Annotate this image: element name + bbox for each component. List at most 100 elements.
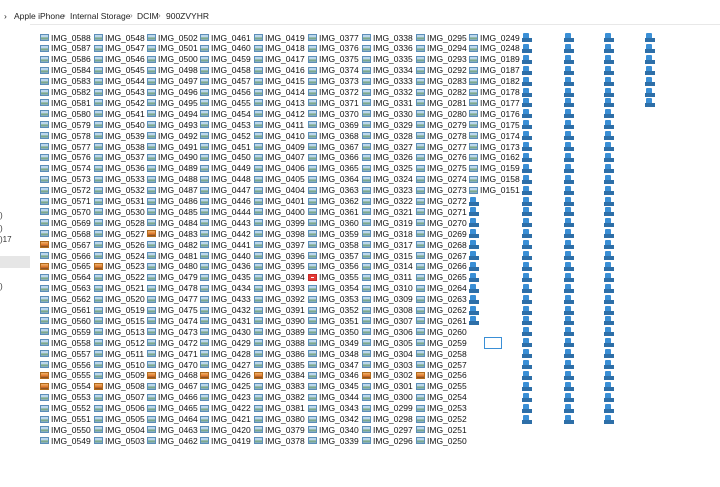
file-item[interactable]: IMG_0503 xyxy=(94,434,148,447)
file-placeholder-icon[interactable] xyxy=(469,251,479,260)
file-placeholder-icon[interactable] xyxy=(604,251,614,260)
file-placeholder-icon[interactable] xyxy=(564,360,574,369)
file-placeholder-icon[interactable] xyxy=(604,229,614,239)
file-placeholder-icon[interactable] xyxy=(645,33,655,42)
file-item[interactable]: IMG_0378 xyxy=(254,434,308,447)
file-placeholder-icon[interactable] xyxy=(564,272,574,282)
file-placeholder-icon[interactable] xyxy=(522,392,532,402)
file-placeholder-icon[interactable] xyxy=(522,43,532,53)
file-placeholder-icon[interactable] xyxy=(564,87,574,97)
nav-selected-item[interactable] xyxy=(0,256,30,268)
file-placeholder-icon[interactable] xyxy=(645,54,655,64)
file-item[interactable]: IMG_0339 xyxy=(308,434,362,447)
breadcrumb-900zvyhr[interactable]: 900ZVYHR xyxy=(166,11,209,21)
file-placeholder-icon[interactable] xyxy=(522,403,532,413)
file-placeholder-icon[interactable] xyxy=(564,65,574,75)
file-placeholder-icon[interactable] xyxy=(564,403,574,413)
address-bar[interactable]: › Apple iPhone › Internal Storage › DCIM… xyxy=(0,0,720,25)
file-placeholder-icon[interactable] xyxy=(564,131,574,141)
file-placeholder-icon[interactable] xyxy=(469,196,479,206)
file-placeholder-icon[interactable] xyxy=(522,163,532,173)
file-placeholder-icon[interactable] xyxy=(604,338,614,348)
file-placeholder-icon[interactable] xyxy=(469,261,479,271)
file-placeholder-icon[interactable] xyxy=(604,163,614,173)
breadcrumb-apple-iphone[interactable]: Apple iPhone xyxy=(14,11,65,21)
file-placeholder-icon[interactable] xyxy=(564,196,574,206)
nav-item-fragment[interactable]: ) xyxy=(0,224,3,233)
file-placeholder-icon[interactable] xyxy=(564,98,574,108)
file-placeholder-icon[interactable] xyxy=(604,272,614,282)
rename-edit-box[interactable] xyxy=(484,337,502,349)
file-placeholder-icon[interactable] xyxy=(564,261,574,271)
file-placeholder-icon[interactable] xyxy=(522,316,532,326)
file-item[interactable]: IMG_0296 xyxy=(362,434,416,447)
file-placeholder-icon[interactable] xyxy=(604,196,614,206)
nav-item-fragment[interactable]: ) xyxy=(0,211,3,220)
file-placeholder-icon[interactable] xyxy=(564,414,574,424)
file-placeholder-icon[interactable] xyxy=(522,327,532,337)
file-placeholder-icon[interactable] xyxy=(645,65,655,75)
file-placeholder-icon[interactable] xyxy=(604,414,614,424)
file-placeholder-icon[interactable] xyxy=(522,65,532,75)
file-placeholder-icon[interactable] xyxy=(604,305,614,315)
file-placeholder-icon[interactable] xyxy=(564,316,574,326)
file-placeholder-icon[interactable] xyxy=(604,381,614,391)
file-placeholder-icon[interactable] xyxy=(564,370,574,380)
file-placeholder-icon[interactable] xyxy=(522,360,532,369)
file-placeholder-icon[interactable] xyxy=(604,33,614,42)
file-placeholder-icon[interactable] xyxy=(564,283,574,293)
file-placeholder-icon[interactable] xyxy=(564,229,574,239)
file-placeholder-icon[interactable] xyxy=(604,185,614,195)
file-placeholder-icon[interactable] xyxy=(604,65,614,75)
file-placeholder-icon[interactable] xyxy=(564,327,574,337)
file-placeholder-icon[interactable] xyxy=(604,240,614,250)
file-placeholder-icon[interactable] xyxy=(564,33,574,42)
file-placeholder-icon[interactable] xyxy=(522,218,532,228)
file-placeholder-icon[interactable] xyxy=(604,316,614,326)
file-placeholder-icon[interactable] xyxy=(522,120,532,130)
file-placeholder-icon[interactable] xyxy=(604,43,614,53)
file-placeholder-icon[interactable] xyxy=(564,109,574,119)
file-placeholder-icon[interactable] xyxy=(564,174,574,184)
file-item[interactable]: IMG_0419 xyxy=(200,434,254,447)
file-placeholder-icon[interactable] xyxy=(564,185,574,195)
file-placeholder-icon[interactable] xyxy=(604,327,614,337)
file-placeholder-icon[interactable] xyxy=(522,349,532,359)
file-placeholder-icon[interactable] xyxy=(645,76,655,86)
file-placeholder-icon[interactable] xyxy=(469,229,479,239)
file-placeholder-icon[interactable] xyxy=(564,76,574,86)
file-placeholder-icon[interactable] xyxy=(604,283,614,293)
file-placeholder-icon[interactable] xyxy=(604,218,614,228)
file-placeholder-icon[interactable] xyxy=(522,196,532,206)
file-placeholder-icon[interactable] xyxy=(522,87,532,97)
file-placeholder-icon[interactable] xyxy=(645,98,655,108)
file-placeholder-icon[interactable] xyxy=(604,120,614,130)
file-placeholder-icon[interactable] xyxy=(522,370,532,380)
file-placeholder-icon[interactable] xyxy=(564,294,574,304)
file-placeholder-icon[interactable] xyxy=(604,392,614,402)
file-placeholder-icon[interactable] xyxy=(564,392,574,402)
file-placeholder-icon[interactable] xyxy=(469,218,479,228)
file-placeholder-icon[interactable] xyxy=(469,305,479,315)
file-placeholder-icon[interactable] xyxy=(522,283,532,293)
file-placeholder-icon[interactable] xyxy=(564,142,574,151)
file-placeholder-icon[interactable] xyxy=(564,338,574,348)
file-item[interactable]: IMG_0250 xyxy=(416,434,470,447)
file-placeholder-icon[interactable] xyxy=(522,33,532,42)
file-placeholder-icon[interactable] xyxy=(604,360,614,369)
file-placeholder-icon[interactable] xyxy=(604,152,614,162)
file-placeholder-icon[interactable] xyxy=(522,338,532,348)
file-placeholder-icon[interactable] xyxy=(564,349,574,359)
file-placeholder-icon[interactable] xyxy=(604,142,614,151)
file-placeholder-icon[interactable] xyxy=(564,240,574,250)
file-placeholder-icon[interactable] xyxy=(564,163,574,173)
file-placeholder-icon[interactable] xyxy=(522,240,532,250)
file-placeholder-icon[interactable] xyxy=(522,381,532,391)
file-placeholder-icon[interactable] xyxy=(645,43,655,53)
file-placeholder-icon[interactable] xyxy=(564,207,574,217)
file-placeholder-icon[interactable] xyxy=(645,87,655,97)
file-placeholder-icon[interactable] xyxy=(522,54,532,64)
file-placeholder-icon[interactable] xyxy=(604,174,614,184)
file-placeholder-icon[interactable] xyxy=(469,316,479,326)
file-placeholder-icon[interactable] xyxy=(522,174,532,184)
